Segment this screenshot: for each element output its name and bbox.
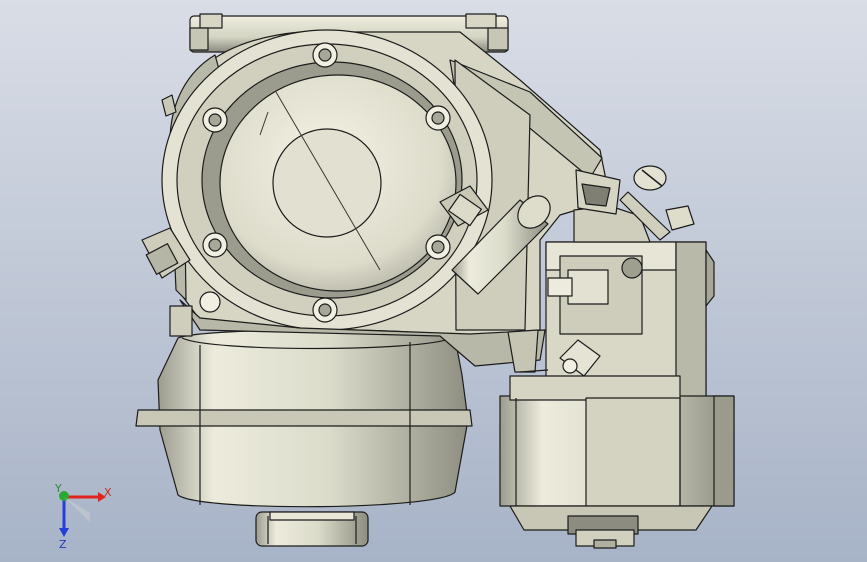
model-scene[interactable]: X Y Z (0, 0, 867, 562)
lower-motor-housing[interactable] (499, 375, 735, 549)
circular-cover[interactable] (161, 29, 493, 331)
cad-graphics-viewport[interactable]: X Y Z (0, 0, 867, 562)
triad-z-label: Z (59, 538, 67, 551)
triad-y-label: Y (54, 482, 62, 495)
triad-x-label: X (104, 486, 112, 499)
